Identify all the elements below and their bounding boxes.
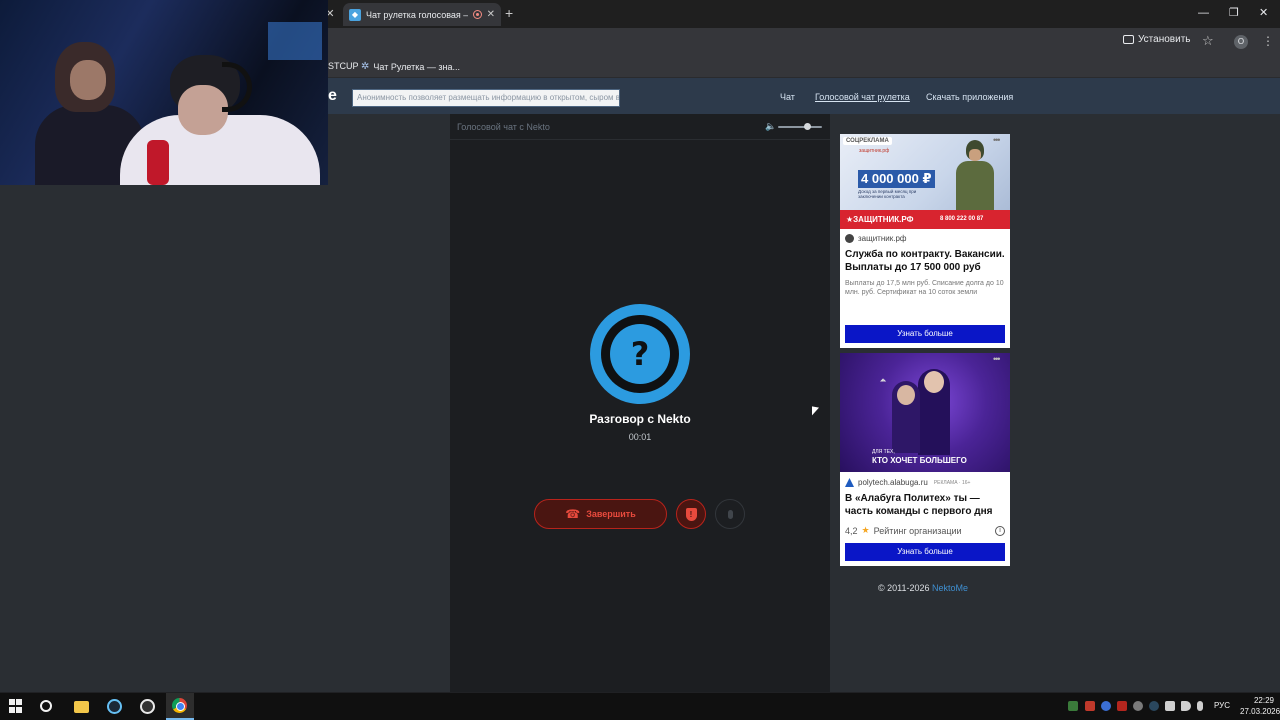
clock[interactable]: 22:29 27.03.2026 <box>1240 695 1280 717</box>
active-tab[interactable]: ◆ Чат рулетка голосовая — ✕ <box>343 3 501 26</box>
shield-icon: ! <box>685 507 697 521</box>
ad-image[interactable]: СОЦРЕКЛАМА защитник.рф 4 000 000 ₽ Доход… <box>840 134 1010 229</box>
chrome-taskbar-button[interactable] <box>166 693 194 720</box>
hang-up-phone-icon: ☎ <box>565 507 581 521</box>
tray-volume-icon[interactable] <box>1181 701 1191 711</box>
rating-value: 4,2 <box>845 525 858 536</box>
tab-close-icon[interactable]: ✕ <box>487 9 495 20</box>
tray-bluetooth-icon[interactable] <box>1101 701 1111 711</box>
minimize-window-icon[interactable]: — <box>1198 6 1209 20</box>
install-icon <box>1123 35 1134 44</box>
install-label: Установить <box>1138 34 1191 45</box>
ad-image-amount: 4 000 000 ₽ <box>858 170 935 188</box>
interlocutor-avatar: ? <box>590 304 690 404</box>
ad-image[interactable]: ◢◣ ДЛЯ ТЕХ, КТО ХОЧЕТ БОЛЬШЕГО <box>840 353 1010 472</box>
ad-domain: защитник.рф <box>845 234 906 243</box>
ad-title[interactable]: Служба по контракту. Вакансии. Выплаты д… <box>845 248 1007 274</box>
question-mark-icon: ? <box>610 324 670 384</box>
rating-star-icon: ★ <box>861 525 870 535</box>
ad-image-subtitle: защитник.рф <box>859 148 890 154</box>
info-icon[interactable]: i <box>995 525 1005 536</box>
rating-label: Рейтинг организации <box>873 525 962 536</box>
microphone-icon <box>727 509 733 519</box>
conversation-title: Разговор с Nekto <box>589 412 691 426</box>
webcam-overlay <box>0 0 328 185</box>
volume-slider-track[interactable] <box>778 126 822 128</box>
mouse-cursor-icon <box>812 406 819 417</box>
tab-title: Чат рулетка голосовая — <box>366 9 468 20</box>
ad-rating: 4,2 ★ Рейтинг организации i <box>845 525 1005 536</box>
anonymity-notice: Анонимность позволяет размещать информац… <box>352 89 620 107</box>
domain-icon <box>845 234 854 243</box>
windows-taskbar: РУС 22:29 27.03.2026 <box>0 693 1280 720</box>
nav-link-chat[interactable]: Чат <box>780 92 795 102</box>
chat-header: Голосовой чат с Nekto 🔈 <box>450 114 830 140</box>
ad-more-options-icon[interactable]: ••• <box>993 354 1001 364</box>
close-window-icon[interactable]: ✕ <box>1259 6 1268 20</box>
recording-indicator-icon <box>472 10 482 19</box>
tray-microphone-icon[interactable] <box>1197 701 1203 711</box>
site-logo[interactable]: e <box>328 87 337 105</box>
end-call-label: Завершить <box>586 509 636 519</box>
new-tab-plus-icon[interactable]: + <box>505 6 513 20</box>
ad-image-slogan: КТО ХОЧЕТ БОЛЬШЕГО <box>872 456 967 465</box>
bookmark-label: Чат Рулетка — зна... <box>373 61 460 72</box>
install-app-button[interactable]: Установить <box>1123 34 1191 45</box>
gear-icon: ✲ <box>361 61 370 72</box>
volume-icon[interactable]: 🔈 <box>765 121 776 132</box>
nav-link-voice-chat[interactable]: Голосовой чат рулетка <box>815 92 910 102</box>
nav-link-download-apps[interactable]: Скачать приложения <box>926 92 1013 102</box>
copyright: © 2011-2026 NektoMe <box>878 583 969 593</box>
ad-image-lead: ДЛЯ ТЕХ, <box>872 449 895 455</box>
voice-chat-panel: Голосовой чат с Nekto 🔈 ? Разговор с Nek… <box>450 114 830 692</box>
ad-phone: 8 800 222 00 87 <box>940 216 984 222</box>
ad-more-options-icon[interactable]: ••• <box>993 135 1001 145</box>
ad-domain: polytech.alabuga.ru РЕКЛАМА · 16+ <box>845 478 970 487</box>
bookmark-star-icon[interactable]: ☆ <box>1202 33 1214 49</box>
ad-brand: ★ЗАЩИТНИК.РФ <box>846 215 914 224</box>
start-menu-icon[interactable] <box>9 699 24 714</box>
tray-network-icon[interactable] <box>1165 701 1175 711</box>
advertisement-card[interactable]: ◢◣ ДЛЯ ТЕХ, КТО ХОЧЕТ БОЛЬШЕГО ••• polyt… <box>840 353 1010 566</box>
advertisement-card[interactable]: СОЦРЕКЛАМА защитник.рф 4 000 000 ₽ Доход… <box>840 134 1010 348</box>
app-icon[interactable] <box>140 699 155 714</box>
restore-window-icon[interactable]: ❐ <box>1229 6 1239 20</box>
ad-image-caption: Доход за первый месяц при заключении кон… <box>858 189 917 199</box>
ad-image-logo: ◢◣ <box>880 377 887 382</box>
ad-badge: СОЦРЕКЛАМА <box>843 137 892 145</box>
chrome-icon <box>172 698 187 713</box>
tray-steam-icon[interactable] <box>1149 701 1159 711</box>
copyright-link[interactable]: NektoMe <box>932 583 968 593</box>
call-timer: 00:01 <box>628 432 652 442</box>
volume-slider-knob[interactable] <box>803 123 811 130</box>
clock-date: 27.03.2026 <box>1240 707 1280 716</box>
tray-settings-icon[interactable] <box>1133 701 1143 711</box>
microphone-button[interactable] <box>715 499 745 529</box>
ad-learn-more-button[interactable]: Узнать больше <box>845 543 1005 561</box>
steam-icon[interactable] <box>107 699 122 714</box>
report-button[interactable]: ! <box>676 499 706 529</box>
ad-learn-more-button[interactable]: Узнать больше <box>845 325 1005 343</box>
microphone-image <box>147 140 169 185</box>
tray-app-icon[interactable] <box>1085 701 1095 711</box>
browser-menu-icon[interactable]: ⋮ <box>1262 34 1274 48</box>
ad-brand-bar: ★ЗАЩИТНИК.РФ 8 800 222 00 87 <box>840 210 1010 229</box>
tray-antivirus-icon[interactable] <box>1117 701 1127 711</box>
bookmark-item[interactable]: STCUP <box>328 61 359 71</box>
profile-avatar-icon[interactable]: O <box>1234 35 1248 49</box>
search-icon[interactable] <box>40 700 52 712</box>
chat-header-label: Голосовой чат с Nekto <box>457 122 550 132</box>
soldier-image <box>952 140 998 211</box>
end-call-button[interactable]: ☎ Завершить <box>534 499 667 529</box>
tray-nvidia-icon[interactable] <box>1068 701 1078 711</box>
keyboard-language[interactable]: РУС <box>1214 701 1230 710</box>
site-favicon-icon: ◆ <box>349 8 361 21</box>
domain-icon <box>845 478 854 487</box>
bookmark-item[interactable]: ✲ Чат Рулетка — зна... <box>361 61 460 72</box>
ad-title[interactable]: В «Алабуга Политех» ты — часть команды с… <box>845 492 1007 518</box>
clock-time: 22:29 <box>1253 696 1274 705</box>
file-explorer-icon[interactable] <box>74 701 89 713</box>
ad-tag: РЕКЛАМА · 16+ <box>933 479 971 486</box>
ad-description: Выплаты до 17,5 млн руб. Списание долга … <box>845 280 1004 296</box>
